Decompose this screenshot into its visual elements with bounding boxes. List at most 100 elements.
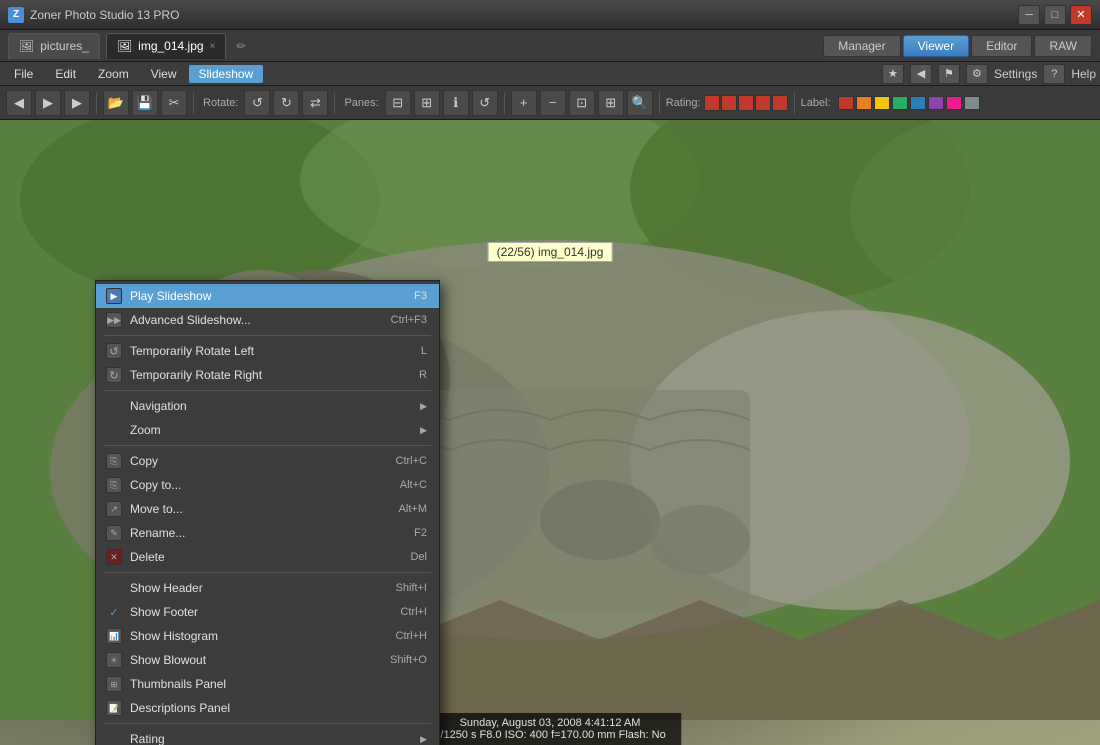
menu-file[interactable]: File <box>4 65 43 83</box>
ctx-delete-shortcut: Del <box>410 551 427 563</box>
menu-icon-flag[interactable]: ⚑ <box>938 64 960 84</box>
rotate-right-button[interactable]: ↻ <box>273 90 299 116</box>
menu-edit[interactable]: Edit <box>45 65 86 83</box>
ctx-copy[interactable]: ⎘ Copy Ctrl+C <box>96 449 439 473</box>
mode-viewer[interactable]: Viewer <box>903 35 969 57</box>
rating-star-2[interactable] <box>721 95 737 111</box>
ctx-show-histogram[interactable]: 📊 Show Histogram Ctrl+H <box>96 624 439 648</box>
ctx-play-slideshow[interactable]: ▶ Play Slideshow F3 <box>96 284 439 308</box>
ctx-delete[interactable]: ✕ Delete Del <box>96 545 439 569</box>
ctx-show-footer-shortcut: Ctrl+I <box>400 606 427 618</box>
status-line2: 1/1250 s F8.0 ISO: 400 f=170.00 mm Flash… <box>434 729 665 741</box>
tab-img014-close[interactable]: × <box>210 41 216 52</box>
label-color-yellow[interactable] <box>874 96 890 110</box>
zoom-out-button[interactable]: − <box>540 90 566 116</box>
menu-zoom[interactable]: Zoom <box>88 65 139 83</box>
main-area: (22/56) img_014.jpg ▶ Play Slideshow F3 … <box>0 120 1100 745</box>
tab-pictures[interactable]: 🖼 pictures_ <box>8 33 100 59</box>
context-menu: ▶ Play Slideshow F3 ▶▶ Advanced Slidesho… <box>95 280 440 745</box>
ctx-navigation[interactable]: Navigation ▶ <box>96 394 439 418</box>
ctx-rating[interactable]: Rating ▶ <box>96 727 439 745</box>
ctx-advanced-slideshow-shortcut: Ctrl+F3 <box>391 314 427 326</box>
save-button[interactable]: 💾 <box>132 90 158 116</box>
mode-raw[interactable]: RAW <box>1034 35 1092 57</box>
ctx-advanced-slideshow[interactable]: ▶▶ Advanced Slideshow... Ctrl+F3 <box>96 308 439 332</box>
ctx-rating-label: Rating <box>130 732 420 745</box>
mode-manager[interactable]: Manager <box>823 35 900 57</box>
panes-dual-button[interactable]: ⊞ <box>414 90 440 116</box>
mode-editor[interactable]: Editor <box>971 35 1032 57</box>
menu-icon-star[interactable]: ★ <box>882 64 904 84</box>
ctx-copy-to[interactable]: ⎘ Copy to... Alt+C <box>96 473 439 497</box>
status-bar: Sunday, August 03, 2008 4:41:12 AM 1/125… <box>418 713 681 745</box>
menu-icon-arr[interactable]: ◀ <box>910 64 932 84</box>
ctx-show-histogram-icon: 📊 <box>104 628 124 644</box>
ctx-temp-rotate-right-shortcut: R <box>419 369 427 381</box>
ctx-thumbnails-panel[interactable]: ⊞ Thumbnails Panel <box>96 672 439 696</box>
ctx-show-header-shortcut: Shift+I <box>396 582 428 594</box>
rotate-left-button[interactable]: ↺ <box>244 90 270 116</box>
ctx-show-blowout[interactable]: ☀ Show Blowout Shift+O <box>96 648 439 672</box>
rotate-flip-button[interactable]: ⇄ <box>302 90 328 116</box>
label-color-blue[interactable] <box>910 96 926 110</box>
label-color-red[interactable] <box>838 96 854 110</box>
minimize-button[interactable]: ─ <box>1018 5 1040 25</box>
zoom-fit-button[interactable]: ⊡ <box>569 90 595 116</box>
ctx-zoom[interactable]: Zoom ▶ <box>96 418 439 442</box>
maximize-button[interactable]: □ <box>1044 5 1066 25</box>
help-icon[interactable]: ? <box>1043 64 1065 84</box>
rating-stars <box>704 95 788 111</box>
close-button[interactable]: ✕ <box>1070 5 1092 25</box>
panes-refresh-button[interactable]: ↺ <box>472 90 498 116</box>
app-icon: Z <box>8 7 24 23</box>
toolbar-sep-1 <box>96 92 97 114</box>
panes-single-button[interactable]: ⊟ <box>385 90 411 116</box>
toolbar-sep-4 <box>504 92 505 114</box>
ctx-delete-icon: ✕ <box>104 549 124 565</box>
ctx-rating-arrow: ▶ <box>420 734 427 745</box>
cut-button[interactable]: ✂ <box>161 90 187 116</box>
label-color-gray[interactable] <box>964 96 980 110</box>
nav-back-button[interactable]: ◀ <box>6 90 32 116</box>
ctx-sep-4 <box>104 572 431 573</box>
ctx-temp-rotate-left[interactable]: ↺ Temporarily Rotate Left L <box>96 339 439 363</box>
ctx-show-footer-check: ✓ <box>104 604 124 620</box>
ctx-move-to[interactable]: ↗ Move to... Alt+M <box>96 497 439 521</box>
ctx-play-slideshow-label: Play Slideshow <box>130 289 406 303</box>
ctx-rename-label: Rename... <box>130 526 406 540</box>
ctx-show-blowout-shortcut: Shift+O <box>390 654 427 666</box>
label-color-purple[interactable] <box>928 96 944 110</box>
settings-button[interactable]: ⚙ <box>966 64 988 84</box>
menu-slideshow[interactable]: Slideshow <box>189 65 264 83</box>
ctx-rename[interactable]: ✎ Rename... F2 <box>96 521 439 545</box>
ctx-show-header[interactable]: ✓ Show Header Shift+I <box>96 576 439 600</box>
rating-star-3[interactable] <box>738 95 754 111</box>
toolbar-sep-3 <box>334 92 335 114</box>
nav-forward-button[interactable]: ▶ <box>35 90 61 116</box>
ctx-sep-5 <box>104 723 431 724</box>
label-color-pink[interactable] <box>946 96 962 110</box>
zoom-actual-button[interactable]: ⊞ <box>598 90 624 116</box>
ctx-temp-rotate-left-icon: ↺ <box>104 343 124 359</box>
tab-img014[interactable]: 🖼 img_014.jpg × <box>106 33 226 59</box>
open-button[interactable]: 📂 <box>103 90 129 116</box>
panes-info-button[interactable]: ℹ <box>443 90 469 116</box>
ctx-navigation-icon <box>104 398 124 414</box>
ctx-move-to-icon: ↗ <box>104 501 124 517</box>
rating-star-5[interactable] <box>772 95 788 111</box>
ctx-show-footer[interactable]: ✓ Show Footer Ctrl+I <box>96 600 439 624</box>
zoom-in-button[interactable]: + <box>511 90 537 116</box>
ctx-move-to-label: Move to... <box>130 502 391 516</box>
label-color-green[interactable] <box>892 96 908 110</box>
zoom-custom-button[interactable]: 🔍 <box>627 90 653 116</box>
ctx-show-footer-label: Show Footer <box>130 605 392 619</box>
menu-view[interactable]: View <box>141 65 187 83</box>
rating-star-1[interactable] <box>704 95 720 111</box>
rating-star-4[interactable] <box>755 95 771 111</box>
ctx-descriptions-panel[interactable]: 📝 Descriptions Panel <box>96 696 439 720</box>
label-color-orange[interactable] <box>856 96 872 110</box>
ctx-temp-rotate-left-label: Temporarily Rotate Left <box>130 344 413 358</box>
ctx-show-histogram-shortcut: Ctrl+H <box>396 630 427 642</box>
nav-play-button[interactable]: ▶ <box>64 90 90 116</box>
ctx-temp-rotate-right[interactable]: ↻ Temporarily Rotate Right R <box>96 363 439 387</box>
